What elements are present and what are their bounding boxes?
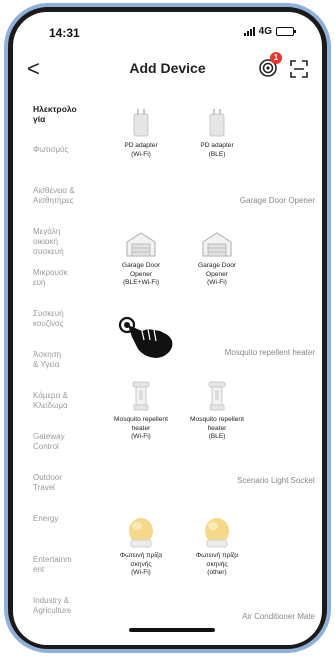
device-label: Mosquito repellent heater (Wi-Fi) — [114, 416, 168, 440]
battery-icon — [276, 27, 296, 36]
network-label: 4G — [258, 26, 272, 37]
header-bar: < Add Device 1 — [13, 52, 322, 86]
status-time: 14:31 — [49, 26, 80, 40]
device-label: Φωτεινή πρίζα σκηνής (Wi-Fi) — [119, 552, 163, 576]
pd-adapter-icon — [133, 109, 149, 137]
device-label: PD adapter (Wi-Fi) — [124, 142, 158, 158]
device-label: Garage Door Opener (Wi-Fi) — [197, 262, 237, 286]
scan-nearby-icon[interactable]: 1 — [258, 52, 282, 78]
sidebar-item-kitchen[interactable]: Συσκευή κουζίνας — [33, 305, 101, 346]
sidebar-item-large-appliance[interactable]: Μεγάλη οικιακή συσκευή — [33, 223, 101, 264]
home-indicator — [129, 628, 215, 632]
sidebar-item-exercise-health[interactable]: Άσκηση & Υγεία — [33, 346, 101, 387]
device-scenario-light-wifi[interactable]: Φωτεινή πρίζα σκηνής (Wi-Fi) — [103, 516, 179, 578]
scan-icon[interactable] — [290, 60, 308, 78]
sidebar-item-outdoor[interactable]: Outdoor Travel — [33, 469, 101, 510]
sidebar-item-sensors[interactable]: Αισθένεια & Αισθητήρες — [33, 182, 101, 223]
sidebar-item-industry[interactable]: Industry & Agriculture — [33, 592, 101, 633]
pd-adapter-icon — [209, 109, 225, 137]
section-header-scenario-light: Scenario Light Socket — [237, 476, 315, 485]
status-bar: 14:31 4G — [13, 12, 322, 48]
device-garage-opener-wifi[interactable]: Garage Door Opener (Wi-Fi) — [179, 230, 255, 288]
mosquito-heater-icon — [208, 381, 226, 411]
sidebar-item-lighting[interactable]: Φωτισμός — [33, 141, 101, 182]
sidebar-item-small-appliance[interactable]: Μικρουσκ ευή — [33, 264, 101, 305]
section-header-ac-mate: Air Conditioner Mate — [242, 612, 315, 621]
device-label: Garage Door Opener (BLE+Wi-Fi) — [121, 262, 161, 286]
device-label: Mosquito repellent heater (BLE) — [190, 416, 244, 440]
light-socket-icon — [129, 518, 153, 548]
sidebar-item-electrical[interactable]: Ηλεκτρολο γία — [33, 100, 101, 141]
section-header-garage: Garage Door Opener — [239, 196, 315, 205]
light-socket-icon — [205, 518, 229, 548]
sidebar-item-camera-lock[interactable]: Κάμερα & Κλείδωμα — [33, 387, 101, 428]
device-pd-adapter-ble[interactable]: PD adapter (BLE) — [179, 108, 255, 159]
status-indicators: 4G — [243, 26, 296, 37]
category-sidebar: Ηλεκτρολο γία Φωτισμός Αισθένεια & Αισθη… — [33, 100, 101, 633]
device-mosquito-heater-wifi[interactable]: Mosquito repellent heater (Wi-Fi) — [103, 380, 179, 442]
notification-badge: 1 — [270, 52, 282, 64]
hand-pointer-icon — [118, 316, 173, 358]
signal-icon — [243, 27, 255, 36]
mosquito-heater-icon — [132, 381, 150, 411]
device-label: Φωτεινή πρίζα σκηνής (other) — [195, 552, 239, 576]
device-scenario-light-other[interactable]: Φωτεινή πρίζα σκηνής (other) — [179, 516, 255, 578]
device-pd-adapter-wifi[interactable]: PD adapter (Wi-Fi) — [103, 108, 179, 159]
device-label: PD adapter (BLE) — [200, 142, 234, 158]
device-garage-opener-ble-wifi[interactable]: Garage Door Opener (BLE+Wi-Fi) — [103, 230, 179, 288]
sidebar-item-gateway[interactable]: Gateway Control — [33, 428, 101, 469]
garage-door-icon — [202, 232, 232, 257]
sidebar-item-energy[interactable]: Energy — [33, 510, 101, 551]
device-mosquito-heater-ble[interactable]: Mosquito repellent heater (BLE) — [179, 380, 255, 442]
garage-door-icon — [126, 232, 156, 257]
sidebar-item-entertainment[interactable]: Entertainm ent — [33, 551, 101, 592]
